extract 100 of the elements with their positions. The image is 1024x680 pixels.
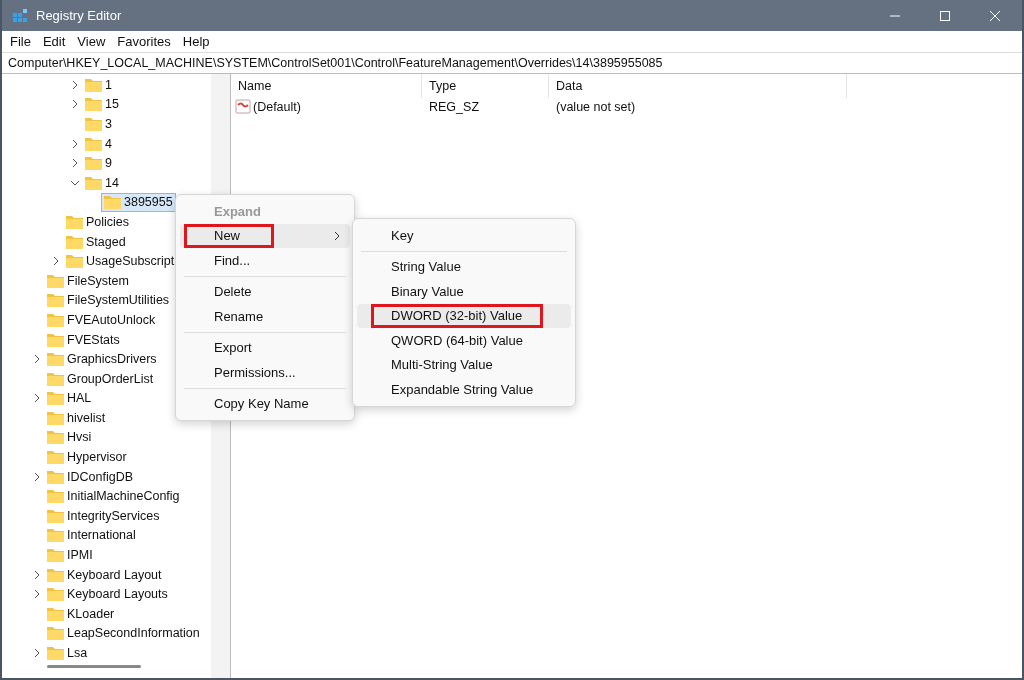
chevron-right-icon[interactable]: [70, 99, 80, 110]
close-icon: [989, 9, 1001, 22]
chevron-right-icon[interactable]: [32, 354, 42, 365]
folder-icon: [47, 410, 64, 425]
tree-item[interactable]: Staged: [63, 232, 129, 252]
tree-item[interactable]: Keyboard Layout: [44, 565, 165, 585]
scrollbar-thumb[interactable]: [47, 665, 141, 668]
menu-item[interactable]: View: [71, 34, 112, 49]
menu-item[interactable]: Favorites: [111, 34, 177, 49]
folder-icon: [47, 371, 64, 386]
column-header[interactable]: Type: [422, 74, 549, 98]
chevron-right-icon[interactable]: [32, 648, 42, 658]
folder-icon: [47, 273, 64, 288]
chevron-right-icon: [334, 230, 340, 241]
tree-item[interactable]: 15: [82, 94, 122, 114]
tree-item[interactable]: IDConfigDB: [44, 467, 136, 487]
tree-item[interactable]: 3895955: [101, 192, 176, 212]
folder-icon: [66, 254, 83, 269]
menu-item[interactable]: Edit: [36, 34, 72, 49]
column-header[interactable]: Data: [549, 74, 847, 98]
menu-item[interactable]: Permissions...: [180, 360, 350, 385]
folder-icon: [47, 489, 64, 504]
tree-item[interactable]: Hypervisor: [44, 447, 130, 467]
folder-icon: [47, 606, 64, 621]
value-type: REG_SZ: [428, 100, 480, 114]
tree-item[interactable]: InitialMachineConfig: [44, 486, 183, 506]
value-data: (value not set): [555, 100, 637, 114]
menu-item[interactable]: Key: [357, 223, 571, 248]
menu-item[interactable]: Binary Value: [357, 279, 571, 304]
folder-icon: [47, 469, 64, 484]
address-field[interactable]: Computer\HKEY_LOCAL_MACHINE\SYSTEM\ControlSet001\Control\FeatureManagement\Overrides\14\3895955085: [2, 52, 1022, 74]
tree-item[interactable]: GraphicsDrivers: [44, 349, 160, 369]
chevron-right-icon[interactable]: [51, 256, 61, 267]
folder-icon: [66, 214, 83, 229]
menu-item[interactable]: New: [180, 223, 350, 248]
chevron-down-icon[interactable]: [70, 178, 80, 187]
tree-item[interactable]: LeapSecondInformation: [44, 623, 203, 643]
folder-icon: [47, 587, 64, 602]
menu-item[interactable]: Export: [180, 335, 350, 360]
tree-item[interactable]: 9: [82, 153, 115, 173]
maximize-icon: [939, 9, 951, 22]
folder-icon: [47, 293, 64, 308]
tree-item[interactable]: Policies: [63, 212, 133, 232]
menu-item[interactable]: Rename: [180, 304, 350, 329]
tree-item[interactable]: International: [44, 525, 139, 545]
tree-item[interactable]: UsageSubscript: [63, 251, 178, 271]
tree-item[interactable]: KLoader: [44, 604, 118, 624]
tree-item[interactable]: IPMI: [44, 545, 96, 565]
folder-icon: [47, 626, 64, 641]
grid-cubes-icon: [12, 7, 28, 24]
folder-icon: [47, 312, 64, 327]
folder-icon: [47, 528, 64, 543]
folder-icon: [85, 77, 102, 92]
folder-icon: [47, 391, 64, 406]
tree-item[interactable]: FVEAutoUnlock: [44, 310, 159, 330]
tree-item[interactable]: FileSystemUtilities: [44, 290, 173, 310]
menu-item[interactable]: Multi-String Value: [357, 352, 571, 377]
tree-item[interactable]: FVEStats: [44, 330, 123, 349]
tree-item[interactable]: 4: [82, 134, 115, 154]
tree-item[interactable]: Keyboard Layouts: [44, 584, 171, 604]
tree-item[interactable]: Lsa: [44, 643, 91, 663]
folder-icon: [47, 508, 64, 523]
folder-icon: [85, 175, 102, 190]
menu-item[interactable]: DWORD (32-bit) Value: [357, 303, 571, 328]
folder-icon: [104, 195, 121, 210]
menu-item[interactable]: Find...: [180, 248, 350, 273]
tree-item[interactable]: 1: [82, 75, 115, 95]
menu-item[interactable]: Copy Key Name: [180, 391, 350, 416]
menu-item[interactable]: Delete: [180, 279, 350, 304]
chevron-right-icon[interactable]: [70, 138, 80, 149]
chevron-right-icon[interactable]: [70, 79, 80, 90]
tree-item[interactable]: IntegrityServices: [44, 506, 163, 526]
tree-item[interactable]: 14: [82, 173, 122, 193]
folder-icon: [85, 136, 102, 151]
folder-icon: [66, 234, 83, 249]
menu-item[interactable]: String Value: [357, 254, 571, 279]
folder-icon: [47, 567, 64, 582]
folder-icon: [85, 156, 102, 171]
tree-item[interactable]: Hvsi: [44, 428, 95, 447]
menu-item[interactable]: Help: [176, 34, 216, 49]
chevron-right-icon[interactable]: [32, 393, 42, 404]
string-value-icon: [235, 99, 251, 115]
chevron-right-icon[interactable]: [32, 569, 42, 580]
chevron-right-icon[interactable]: [70, 158, 80, 169]
menu-item[interactable]: File: [4, 34, 37, 49]
tree-item[interactable]: 3: [82, 114, 115, 134]
chevron-right-icon[interactable]: [32, 589, 42, 600]
value-name: (Default): [253, 100, 301, 114]
tree-item[interactable]: FileSystem: [44, 271, 132, 291]
column-header[interactable]: Name: [231, 74, 422, 98]
folder-icon: [85, 97, 102, 112]
tree-item[interactable]: hivelist: [44, 408, 109, 428]
folder-icon: [85, 117, 102, 131]
tree-item[interactable]: GroupOrderList: [44, 369, 157, 389]
menu-item[interactable]: Expandable String Value: [357, 377, 571, 402]
tree-item[interactable]: HAL: [44, 388, 95, 408]
menu-item[interactable]: QWORD (64-bit) Value: [357, 328, 571, 353]
folder-icon: [47, 430, 64, 445]
chevron-right-icon[interactable]: [32, 471, 42, 482]
folder-icon: [47, 450, 64, 465]
